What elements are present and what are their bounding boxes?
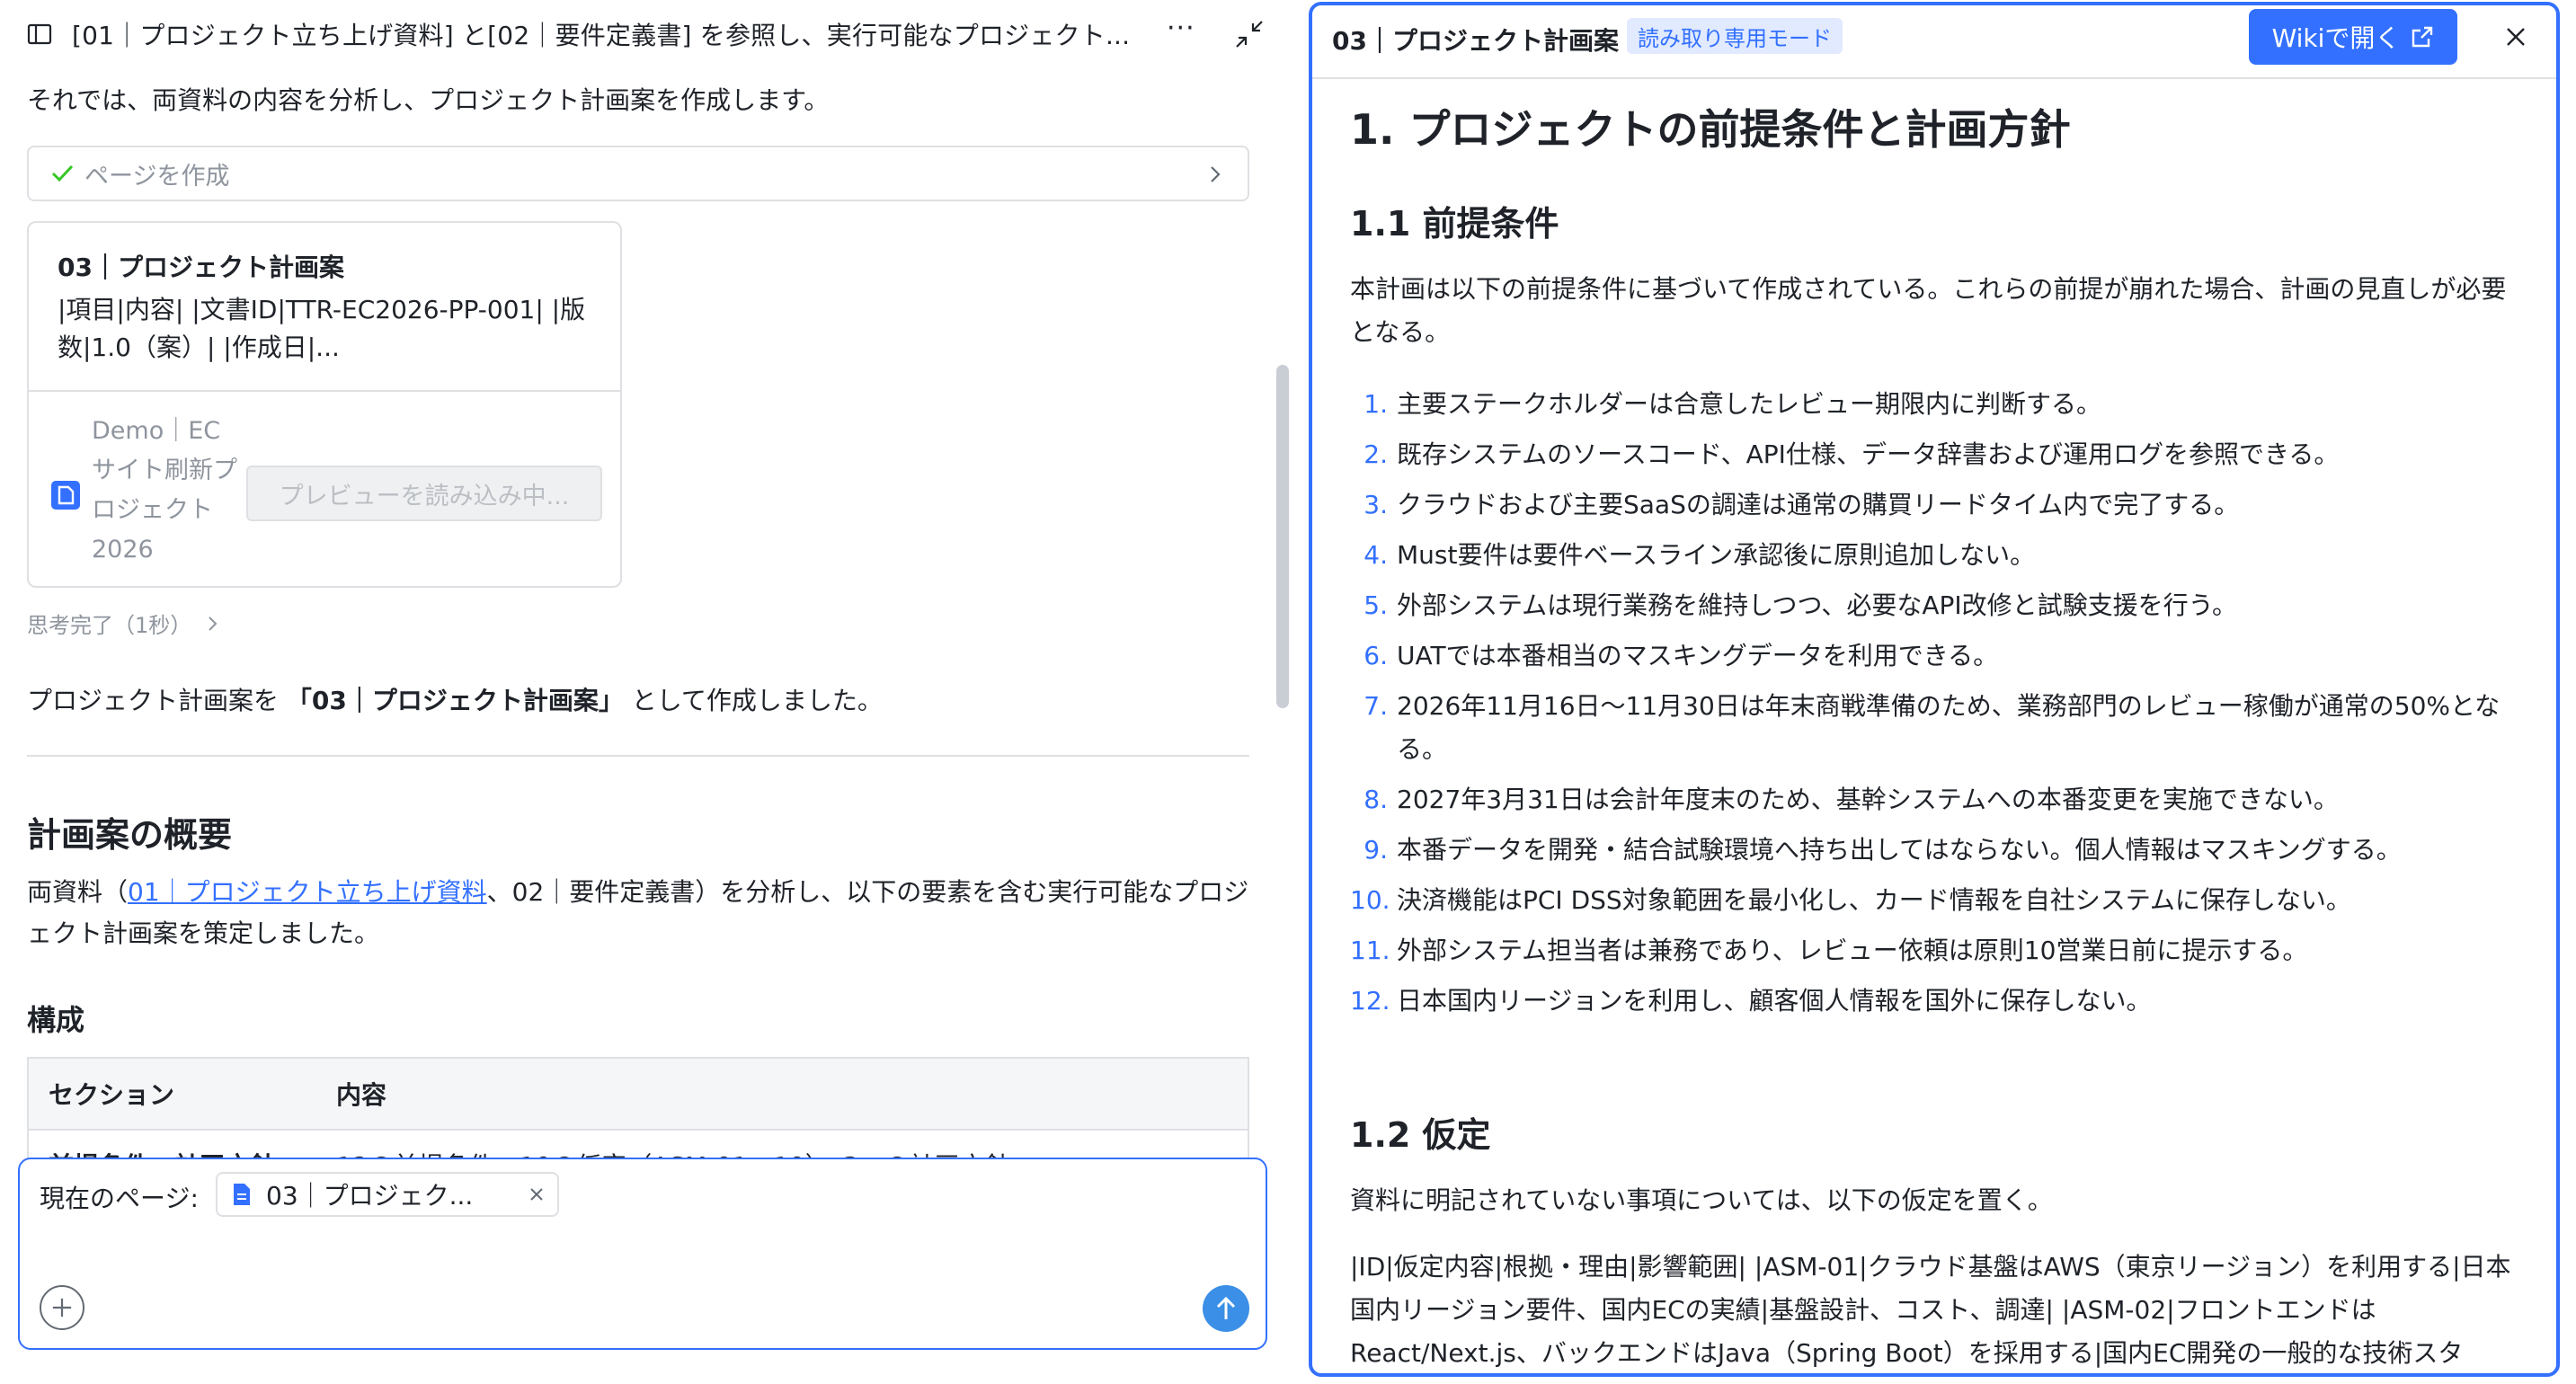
- doc-icon: [234, 1184, 250, 1205]
- list-text: 2027年3月31日は会計年度末のため、基幹システムへの本番変更を実施できない。: [1397, 785, 2339, 814]
- list-item: 12. 日本国内リージョンを利用し、顧客個人情報を国外に保存しない。: [1350, 980, 2518, 1023]
- chat-title: [01｜プロジェクト立ち上げ資料] と[02｜要件定義書] を参照し、実行可能な…: [72, 21, 1131, 50]
- list-item: 7. 2026年11月16日〜11月30日は年末商戦準備のため、業務部門のレビュー…: [1350, 685, 2518, 771]
- paragraph: 本計画は以下の前提条件に基づいて作成されている。これらの前提が崩れた場合、計画の…: [1350, 274, 2507, 347]
- list-number: 10.: [1350, 885, 1390, 915]
- page-card[interactable]: 03｜プロジェクト計画案 |項目|内容| |文書ID|TTR-EC2026-PP…: [27, 221, 622, 588]
- assistant-intro: それでは、両資料の内容を分析し、プロジェクト計画案を作成します。: [27, 85, 830, 115]
- chip-label: 03｜プロジェク...: [266, 1181, 474, 1211]
- current-page-chip[interactable]: 03｜プロジェク...: [216, 1172, 559, 1217]
- source-doc-link[interactable]: 01｜プロジェクト立ち上げ資料: [128, 877, 487, 907]
- created-message: プロジェクト計画案を 「03｜プロジェクト計画案」 として作成しました。: [27, 681, 883, 717]
- chat-header: [01｜プロジェクト立ち上げ資料] と[02｜要件定義書] を参照し、実行可能な…: [27, 15, 1267, 52]
- create-step-label: ページを作成: [84, 162, 230, 191]
- list-number: 6.: [1364, 641, 1388, 670]
- more-icon[interactable]: ···: [1167, 15, 1203, 47]
- close-icon[interactable]: [527, 1184, 546, 1204]
- table-header-cell: セクション: [49, 1080, 175, 1110]
- paragraph: 資料に明記されていない事項については、以下の仮定を置く。: [1350, 1185, 2053, 1215]
- list-number: 9.: [1364, 835, 1388, 865]
- list-text: クラウドおよび主要SaaSの調達は通常の購買リードタイム内で完了する。: [1397, 490, 2240, 519]
- external-link-icon: [2412, 26, 2433, 48]
- overview-heading: 計画案の概要: [27, 815, 233, 855]
- wiki-space-icon: [51, 481, 80, 510]
- table-header: セクション 内容: [29, 1059, 1248, 1131]
- list-item: 3. クラウドおよび主要SaaSの調達は通常の購買リードタイム内で完了する。: [1350, 484, 2518, 527]
- list-number: 5.: [1364, 590, 1388, 620]
- list-item: 5. 外部システムは現行業務を維持しつつ、必要なAPI改修と試験支援を行う。: [1350, 584, 2518, 627]
- list-item: 11. 外部システム担当者は兼務であり、レビュー依頼は原則10営業日前に提示する。: [1350, 929, 2518, 972]
- preview-button[interactable]: プレビューを読み込み中...: [246, 466, 602, 521]
- created-msg-post: として作成しました。: [623, 686, 883, 715]
- close-icon[interactable]: [2502, 23, 2529, 50]
- space-name: Demo｜ECサイト刷新プロジェクト 2026: [92, 417, 237, 563]
- document-title: 03｜プロジェクト計画案: [1332, 26, 1619, 56]
- list-text: 本番データを開発・結合試験環境へ持ち出してはならない。個人情報はマスキングする。: [1397, 835, 2402, 865]
- overview-paragraph: 両資料（01｜プロジェクト立ち上げ資料、02｜要件定義書）を分析し、以下の要素を…: [27, 872, 1249, 954]
- chat-scrollbar[interactable]: [1276, 365, 1289, 708]
- list-number: 4.: [1364, 540, 1388, 570]
- thinking-status[interactable]: 思考完了（1秒）: [27, 608, 220, 639]
- table-header-cell: 内容: [336, 1080, 387, 1110]
- check-icon: [51, 164, 74, 182]
- list-number: 3.: [1364, 490, 1388, 519]
- list-text: 2026年11月16日〜11月30日は年末商戦準備のため、業務部門のレビュー稼働…: [1397, 691, 2500, 764]
- shrink-icon[interactable]: [1231, 16, 1267, 52]
- subsection-heading: 1.1 前提条件: [1350, 204, 1559, 244]
- list-item: 8. 2027年3月31日は会計年度末のため、基幹システムへの本番変更を実施できな…: [1350, 778, 2518, 821]
- card-excerpt: |項目|内容| |文書ID|TTR-EC2026-PP-001| |版数|1.0…: [58, 295, 586, 362]
- list-number: 7.: [1364, 691, 1388, 721]
- premise-list: 1. 主要ステークホルダーは合意したレビュー期限内に判断する。 2. 既存システムの…: [1350, 383, 2518, 1030]
- created-page-name: 「03｜プロジェクト計画案」: [286, 686, 624, 715]
- chat-panel: [01｜プロジェクト立ち上げ資料] と[02｜要件定義書] を参照し、実行可能な…: [0, 0, 1294, 1384]
- send-button[interactable]: [1203, 1285, 1249, 1332]
- divider: [27, 755, 1249, 757]
- open-in-wiki-button[interactable]: Wikiで開く: [2249, 9, 2457, 65]
- list-text: 外部システム担当者は兼務であり、レビュー依頼は原則10営業日前に提示する。: [1397, 936, 2308, 965]
- thinking-label: 思考完了（1秒）: [27, 613, 192, 638]
- list-item: 2. 既存システムのソースコード、API仕様、データ辞書および運用ログを参照できる…: [1350, 433, 2518, 476]
- list-item: 1. 主要ステークホルダーは合意したレビュー期限内に判断する。: [1350, 383, 2518, 426]
- list-number: 1.: [1364, 389, 1388, 419]
- card-title: 03｜プロジェクト計画案: [58, 253, 344, 282]
- created-msg-pre: プロジェクト計画案を: [27, 686, 287, 715]
- subsection-heading: 1.2 仮定: [1350, 1115, 1491, 1155]
- list-number: 11.: [1350, 936, 1390, 965]
- list-text: 日本国内リージョンを利用し、顧客個人情報を国外に保存しない。: [1397, 986, 2152, 1016]
- list-item: 9. 本番データを開発・結合試験環境へ持ち出してはならない。個人情報はマスキングす…: [1350, 829, 2518, 872]
- chevron-right-icon: [1211, 166, 1221, 182]
- current-page-label: 現在のページ:: [40, 1184, 199, 1213]
- structure-heading: 構成: [27, 1003, 85, 1037]
- assumption-table-text: |ID|仮定内容|根拠・理由|影響範囲| |ASM-01|クラウド基盤はAWS（…: [1350, 1252, 2511, 1368]
- read-only-badge: 読み取り専用モード: [1627, 18, 1843, 54]
- list-item: 6. UATでは本番相当のマスキングデータを利用できる。: [1350, 634, 2518, 678]
- sidebar-toggle-icon[interactable]: [27, 23, 52, 45]
- list-text: 外部システムは現行業務を維持しつつ、必要なAPI改修と試験支援を行う。: [1397, 590, 2237, 620]
- list-text: 主要ステークホルダーは合意したレビュー期限内に判断する。: [1397, 389, 2102, 419]
- add-attachment-button[interactable]: [40, 1285, 84, 1330]
- list-number: 2.: [1364, 439, 1388, 469]
- list-text: 既存システムのソースコード、API仕様、データ辞書および運用ログを参照できる。: [1397, 439, 2340, 469]
- section-heading: 1. プロジェクトの前提条件と計画方針: [1350, 105, 2071, 154]
- wiki-button-label: Wikiで開く: [2271, 23, 2401, 53]
- message-composer[interactable]: 現在のページ: 03｜プロジェク...: [18, 1158, 1267, 1350]
- preview-header: 03｜プロジェクト計画案 読み取り専用モード Wikiで開く: [1312, 5, 2556, 79]
- create-page-step[interactable]: ページを作成: [27, 146, 1249, 201]
- list-number: 12.: [1350, 986, 1390, 1016]
- list-number: 8.: [1364, 785, 1388, 814]
- list-item: 4. Must要件は要件ベースライン承認後に原則追加しない。: [1350, 534, 2518, 577]
- overview-pre: 両資料（: [27, 877, 129, 907]
- document-preview-panel: 03｜プロジェクト計画案 読み取り専用モード Wikiで開く 1. プロジェクト…: [1309, 2, 2560, 1377]
- list-text: Must要件は要件ベースライン承認後に原則追加しない。: [1397, 540, 2036, 570]
- list-text: 決済機能はPCI DSS対象範囲を最小化し、カード情報を自社システムに保存しない…: [1397, 885, 2351, 915]
- chevron-right-icon: [209, 616, 218, 631]
- list-text: UATでは本番相当のマスキングデータを利用できる。: [1397, 641, 1999, 670]
- list-item: 10. 決済機能はPCI DSS対象範囲を最小化し、カード情報を自社システムに保存…: [1350, 879, 2518, 922]
